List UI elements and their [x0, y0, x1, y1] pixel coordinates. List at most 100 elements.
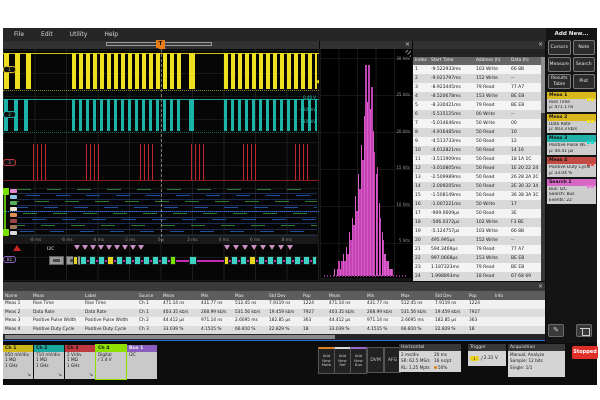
delete-button[interactable]: [576, 324, 592, 337]
menu-file[interactable]: File: [14, 31, 24, 38]
measurement-results-close-icon[interactable]: ×: [538, 282, 543, 291]
ch2-marker[interactable]: 2: [3, 111, 16, 118]
add-new-ref-button[interactable]: AddNewRef: [334, 347, 351, 374]
search-mark-icon[interactable]: [122, 245, 128, 250]
search-mark-icon[interactable]: [114, 245, 120, 250]
table-row[interactable]: 19-5.124757µs103 Write66 8B: [413, 227, 541, 236]
sidebar-button-cursors[interactable]: Cursors: [548, 40, 571, 55]
dvm-button[interactable]: DVM: [367, 347, 384, 373]
channel-badge-ch2[interactable]: Ch 2710 mV/div1 MΩ1 GHz↘: [34, 345, 64, 379]
digital-lane-tag[interactable]: [10, 213, 17, 217]
sidebar-button-measure[interactable]: Measure: [548, 57, 571, 72]
badge-search-1[interactable]: Search 1Bus: I2CSearch: BusEvents: 22: [547, 179, 596, 204]
sidebar-button-search[interactable]: Search: [573, 57, 596, 72]
search-mark-icon[interactable]: [106, 245, 112, 250]
channel-badge-ch4[interactable]: Ch 4Digital/ 1.4 V: [96, 345, 126, 379]
table-row[interactable]: Meas 2Data RateData RateCh 1403.35 kb/s2…: [3, 309, 545, 318]
search-mark-icon[interactable]: [233, 245, 239, 250]
table-row[interactable]: 10-4.012821ms50 Read14 16: [413, 146, 541, 155]
meas-cell: 512.45 ns: [233, 300, 267, 309]
digital-lane-tag[interactable]: [10, 219, 17, 223]
ch3-marker[interactable]: 3: [3, 159, 16, 166]
i2c-decode-box: [285, 256, 292, 265]
digital-lane-tag[interactable]: [10, 225, 17, 229]
table-row[interactable]: 12-3.010805ms50 Read1E 20 22 24: [413, 164, 541, 173]
bus-scrollbar-thumb[interactable]: [541, 57, 545, 113]
search-mark-icon[interactable]: [130, 245, 136, 250]
histogram-plot[interactable]: 30 hits25 hits20 hits15 hits10 hits5 hit…: [320, 49, 412, 281]
digital-group-handle-bottom[interactable]: [3, 229, 9, 236]
digital-lane-tag[interactable]: [10, 207, 17, 211]
add-new-math-button[interactable]: AddNewMath: [318, 347, 335, 374]
digital-lane-tag[interactable]: [10, 201, 17, 205]
menu-edit[interactable]: Edit: [41, 31, 53, 38]
meas-col-header: Pop: [301, 291, 327, 300]
search-mark-icon[interactable]: [287, 245, 293, 250]
channel-badge-ch3[interactable]: Ch 32 V/div1 MΩ1 GHz↘: [65, 345, 95, 379]
edit-button[interactable]: ✎: [548, 324, 564, 337]
table-row[interactable]: 3-8.923445ms79 Read77 A7: [413, 83, 541, 92]
table-row[interactable]: 16-1.007221ms50 Write17: [413, 200, 541, 209]
table-row[interactable]: 22997.0668µs153 WriteBE EB: [413, 254, 541, 263]
search-mark-icon[interactable]: [260, 245, 266, 250]
add-new-bus-button[interactable]: AddNewBus: [350, 347, 367, 374]
search-mark-icon[interactable]: [138, 245, 144, 250]
trigger-badge[interactable]: Trigger 1 / 2.31 V: [468, 344, 506, 367]
search-mark-icon[interactable]: [251, 245, 257, 250]
table-row[interactable]: 5-8.330421ms79 ReadBE EB: [413, 101, 541, 110]
bus-table-scrollbar[interactable]: [541, 57, 545, 281]
table-row[interactable]: 21594.3469µs79 Read77 A7: [413, 245, 541, 254]
table-row[interactable]: Meas 4Positive Duty CyclePositive Duty C…: [3, 326, 545, 335]
menu-utility[interactable]: Utility: [70, 31, 88, 38]
run-stop-button[interactable]: Stopped: [572, 346, 598, 359]
meas-cell: 363: [467, 317, 493, 326]
table-row[interactable]: 1-9.522933ms103 Write66 8B: [413, 65, 541, 74]
trigger-level-arrow-icon[interactable]: ◀: [315, 79, 319, 85]
table-row[interactable]: 13-2.509989ms50 Read26 28 2A 2C: [413, 173, 541, 182]
table-row[interactable]: 231.187323ms79 ReadBE EB: [413, 263, 541, 272]
channel-badge-bus1[interactable]: Bus 1I2C: [127, 345, 157, 379]
table-row[interactable]: 6-5.515125ms00 Write--: [413, 110, 541, 119]
search-mark-icon[interactable]: [242, 245, 248, 250]
digital-group-handle-top[interactable]: [3, 188, 9, 195]
search-mark-icon[interactable]: [269, 245, 275, 250]
bus-clock-icon[interactable]: [49, 256, 64, 265]
search-mark-icon[interactable]: [278, 245, 284, 250]
table-row[interactable]: 2-9.021797ms152 Write--: [413, 74, 541, 83]
table-row[interactable]: 11-3.511909ms50 Read18 1A 1C: [413, 155, 541, 164]
plot-close-icon[interactable]: ×: [405, 41, 410, 49]
digital-lane-tag[interactable]: [10, 231, 17, 235]
table-row[interactable]: 17-909.0609µs50 Read3E: [413, 209, 541, 218]
table-row[interactable]: 241.998893ms18 Read67 68 69: [413, 272, 541, 281]
search-mark-icon[interactable]: [74, 245, 80, 250]
table-row[interactable]: 18-506.0372µs102 WriteF3 BE: [413, 218, 541, 227]
horizontal-badge[interactable]: Horizontal 2 ms/div20 msSR: 62.5 MS/s16 …: [399, 344, 461, 381]
sidebar-button-results-table[interactable]: Results Table: [548, 74, 571, 89]
sidebar-button-note[interactable]: Note: [573, 40, 596, 55]
table-row[interactable]: 8-4.916485ms50 Read10: [413, 128, 541, 137]
table-row[interactable]: Meas 1Rise TimeRise TimeCh 1471.14 ns431…: [3, 300, 545, 309]
digital-lane-tag[interactable]: [10, 195, 17, 199]
search-mark-icon[interactable]: [98, 245, 104, 250]
table-row[interactable]: 4-8.520678ms153 WriteBE EB: [413, 92, 541, 101]
table-row[interactable]: 20495.995µs152 Write--: [413, 236, 541, 245]
bus-cell: 79 Read: [474, 245, 509, 254]
acquisition-badge[interactable]: Acquisition Manual, AnalyzeSample: 12 bi…: [508, 344, 565, 377]
table-row[interactable]: 9-4.513733ms50 Read12: [413, 137, 541, 146]
table-row[interactable]: 14-2.009205ms50 Read2E 30 32 34: [413, 182, 541, 191]
search-mark-icon[interactable]: [90, 245, 96, 250]
table-row[interactable]: 7-5.014646ms50 Write00: [413, 119, 541, 128]
bus-decode-close-icon[interactable]: ×: [538, 41, 543, 49]
measurement-scrollbar-thumb[interactable]: [5, 335, 335, 339]
bus1-marker[interactable]: B1: [3, 256, 16, 263]
search-mark-icon[interactable]: [82, 245, 88, 250]
trigger-position-marker-icon[interactable]: T: [156, 40, 165, 48]
menu-help[interactable]: Help: [104, 31, 118, 38]
digital-lane-tag[interactable]: [10, 189, 17, 193]
table-row[interactable]: Meas 3Positive Pulse WidthPositive Pulse…: [3, 317, 545, 326]
table-row[interactable]: 15-1.508149ms50 Read36 38 3A 3C: [413, 191, 541, 200]
channel-badge-ch1[interactable]: Ch 1850 mV/div1 MΩ1 GHz↘: [3, 345, 33, 379]
waveform-graticule[interactable]: -8 ms-6 ms-4 ms-2 ms0 s2 ms4 ms6 ms8 ms …: [3, 49, 319, 281]
ch1-marker[interactable]: 1: [3, 66, 16, 73]
search-mark-icon[interactable]: [224, 245, 230, 250]
